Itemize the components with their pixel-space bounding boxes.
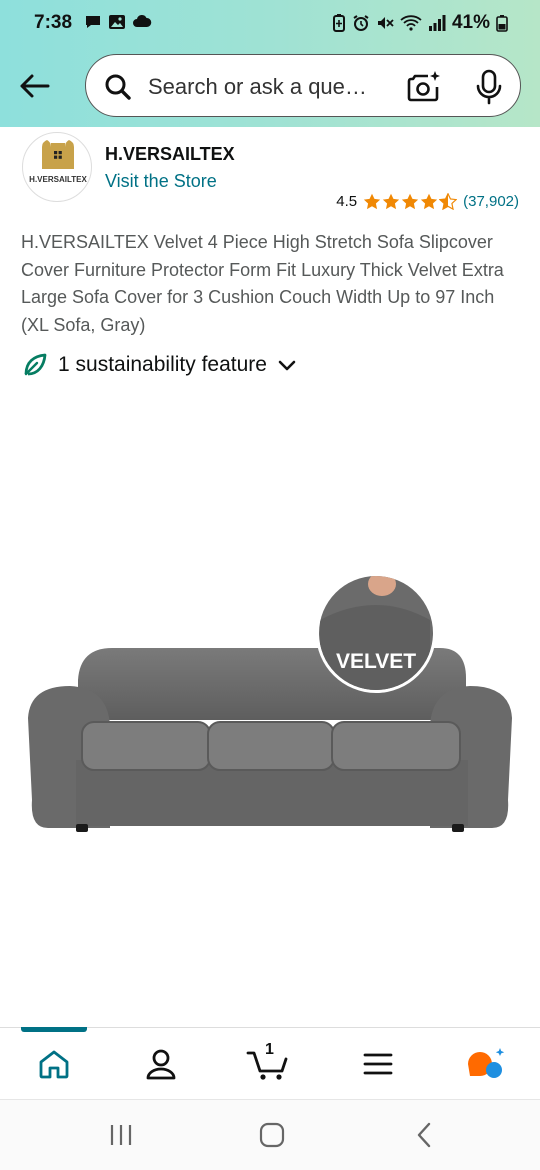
nav-active-indicator [21, 1027, 87, 1032]
system-nav-bar [0, 1099, 540, 1170]
nav-home[interactable] [31, 1044, 77, 1084]
velvet-badge-label: VELVET [336, 650, 416, 673]
search-icon [105, 74, 131, 100]
search-bar[interactable]: Search or ask a que… [85, 54, 521, 117]
nav-menu[interactable] [355, 1044, 401, 1084]
rating-count-link[interactable]: (37,902) [463, 193, 519, 210]
brand-name: H.VERSAILTEX [105, 144, 235, 164]
chevron-down-icon [278, 360, 296, 371]
status-time: 7:38 [34, 12, 73, 33]
home-system-button[interactable] [252, 1120, 292, 1150]
battery-percent: 41% [451, 12, 490, 33]
home-icon [39, 1050, 69, 1079]
nav-cart[interactable]: 1 [245, 1041, 291, 1084]
product-image[interactable]: VELVET [20, 560, 520, 850]
star-full-icon [401, 193, 419, 210]
status-right: 41% [332, 12, 508, 34]
microphone-icon [476, 69, 502, 105]
voice-search-button[interactable] [474, 69, 504, 105]
mute-icon [377, 17, 394, 29]
arrow-left-icon [20, 74, 50, 98]
cart-count-badge: 1 [265, 1041, 274, 1058]
cloud-icon [133, 14, 152, 27]
recent-apps-icon [110, 1125, 132, 1145]
back-chevron-icon [417, 1122, 431, 1148]
star-full-icon [363, 193, 381, 210]
star-rating [363, 193, 458, 210]
signal-icon [428, 15, 446, 31]
leaf-icon [24, 353, 47, 376]
notification-icons [84, 13, 152, 31]
back-button[interactable] [14, 68, 54, 104]
rufus-icon [468, 1048, 505, 1078]
search-header: Search or ask a que… [0, 48, 540, 127]
rating-row[interactable]: 4.5 (37,902) [336, 193, 519, 210]
sustainability-label: 1 sustainability feature [58, 353, 267, 376]
camera-sparkle-icon [407, 71, 440, 102]
rating-value: 4.5 [336, 193, 358, 210]
home-circle-icon [259, 1122, 285, 1148]
star-half-icon [439, 193, 458, 210]
star-full-icon [420, 193, 438, 210]
star-full-icon [382, 193, 400, 210]
alarm-icon [353, 15, 369, 31]
image-icon [109, 15, 125, 29]
brand-logo-text: H.VERSAILTEX [29, 175, 87, 184]
sofa-image: VELVET [28, 573, 512, 832]
wifi-icon [400, 15, 422, 31]
battery-icon [496, 15, 508, 32]
recent-apps-button[interactable] [101, 1120, 141, 1150]
camera-search-button[interactable] [406, 69, 442, 105]
brand-logo-mark [42, 140, 74, 169]
product-title: H.VERSAILTEX Velvet 4 Piece High Stretch… [21, 232, 504, 335]
nav-account[interactable] [138, 1044, 184, 1084]
nav-rufus[interactable] [462, 1044, 508, 1084]
sustainability-toggle[interactable]: 1 sustainability feature [22, 352, 297, 378]
bottom-nav: 1 [0, 1027, 540, 1099]
menu-icon [363, 1053, 393, 1075]
brand-logo[interactable]: H.VERSAILTEX [22, 132, 92, 202]
account-icon [146, 1049, 176, 1080]
chat-bubble-icon [86, 16, 100, 28]
visit-store-link[interactable]: Visit the Store [105, 171, 217, 192]
status-bar: 7:38 41% [0, 0, 540, 48]
battery-saver-icon [332, 14, 345, 32]
search-input[interactable]: Search or ask a que… [148, 74, 367, 100]
back-system-button[interactable] [404, 1120, 444, 1150]
